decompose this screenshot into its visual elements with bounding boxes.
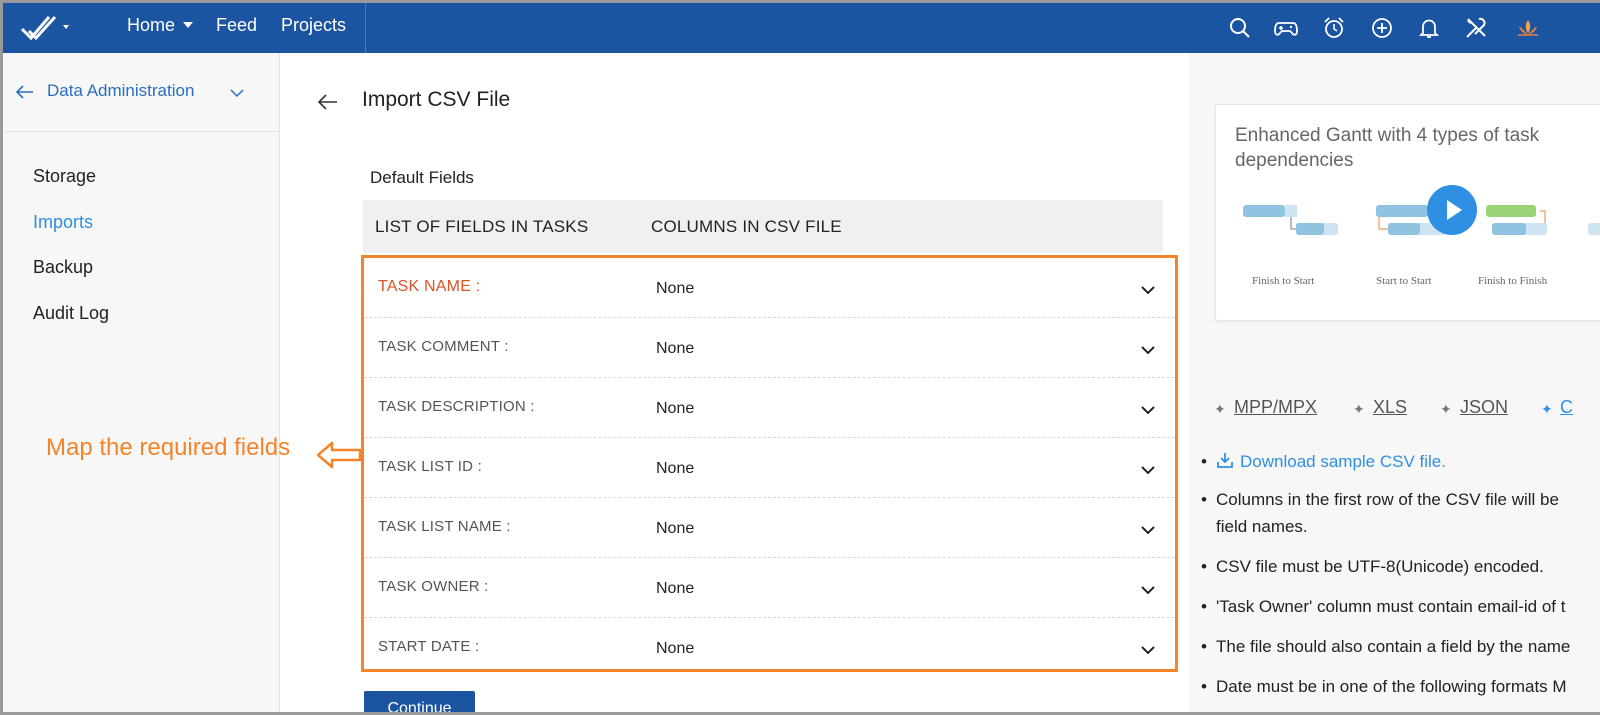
top-navigation-bar: Home Feed Projects	[3, 3, 1600, 53]
field-mapping-list: TASK NAME : None TASK COMMENT : None TAS…	[361, 255, 1178, 672]
section-title: Default Fields	[370, 168, 474, 187]
arrow-left-icon	[316, 441, 362, 469]
field-label: TASK DESCRIPTION :	[378, 398, 535, 415]
table-row: START DATE : None	[364, 618, 1175, 678]
column-select[interactable]: None	[656, 280, 694, 298]
download-sample-link[interactable]: Download sample CSV file.	[1216, 448, 1446, 475]
app-window: Home Feed Projects Data Administration S…	[0, 0, 1600, 715]
table-row: TASK DESCRIPTION : None	[364, 378, 1175, 438]
list-item-text: 'Task Owner' column must contain email-i…	[1216, 597, 1566, 616]
table-header: LIST OF FIELDS IN TASKS COLUMNS IN CSV F…	[363, 200, 1163, 253]
chevron-down-icon[interactable]	[1140, 344, 1156, 356]
promo-title: Enhanced Gantt with 4 types of task depe…	[1235, 125, 1540, 171]
field-label: START DATE :	[378, 638, 480, 655]
annotation-callout: Map the required fields	[46, 434, 291, 461]
gamepad-icon[interactable]	[1273, 15, 1299, 41]
list-item-text: Date must be in one of the following for…	[1216, 677, 1567, 696]
column-select[interactable]: None	[656, 340, 694, 358]
column-header-fields: LIST OF FIELDS IN TASKS	[375, 217, 589, 236]
sidebar-item-backup[interactable]: Backup	[33, 257, 93, 278]
list-item-text: field names.	[1216, 517, 1308, 536]
bell-icon[interactable]	[1416, 15, 1442, 41]
play-button[interactable]	[1427, 185, 1477, 235]
sidebar-item-audit-log[interactable]: Audit Log	[33, 303, 109, 324]
column-select[interactable]: None	[656, 520, 694, 538]
search-icon[interactable]	[1227, 15, 1253, 41]
table-row: TASK LIST NAME : None	[364, 498, 1175, 558]
back-arrow-icon[interactable]	[13, 82, 35, 102]
chevron-down-icon[interactable]	[1140, 524, 1156, 536]
list-item-text: CSV file must be UTF-8(Unicode) encoded.	[1216, 557, 1544, 576]
list-item-text: Columns in the first row of the CSV file…	[1216, 490, 1559, 509]
table-row: TASK OWNER : None	[364, 558, 1175, 618]
sparkle-icon: ✦	[1440, 401, 1452, 417]
format-link-mpp[interactable]: MPP/MPX	[1234, 397, 1317, 418]
dependency-label: Finish to Start	[1252, 275, 1315, 287]
chevron-down-icon[interactable]	[229, 85, 245, 101]
alarm-icon[interactable]	[1321, 15, 1347, 41]
download-sample-label: Download sample CSV file.	[1240, 452, 1446, 471]
chevron-down-icon	[183, 22, 194, 28]
column-header-csv: COLUMNS IN CSV FILE	[651, 217, 842, 236]
nav-home[interactable]: Home	[127, 15, 194, 36]
format-link-csv[interactable]: C	[1560, 397, 1573, 418]
sparkle-icon: ✦	[1353, 401, 1365, 417]
field-label: TASK OWNER :	[378, 578, 489, 595]
sidebar-item-imports[interactable]: Imports	[33, 212, 93, 233]
format-link-xls[interactable]: XLS	[1373, 397, 1407, 418]
lotus-avatar-icon[interactable]	[1515, 15, 1541, 41]
column-select[interactable]: None	[656, 580, 694, 598]
field-label: TASK COMMENT :	[378, 338, 509, 355]
sidebar-item-storage[interactable]: Storage	[33, 166, 96, 187]
download-icon	[1217, 453, 1233, 468]
list-item-text: The file should also contain a field by …	[1216, 637, 1571, 656]
nav-projects[interactable]: Projects	[281, 15, 346, 36]
continue-button[interactable]: Continue	[364, 691, 475, 712]
table-row: TASK COMMENT : None	[364, 318, 1175, 378]
field-label: TASK LIST ID :	[378, 458, 482, 475]
dependency-label: Finish to Finish	[1478, 275, 1548, 287]
nav-feed[interactable]: Feed	[216, 15, 257, 36]
nav-divider	[365, 3, 366, 53]
sidebar: Data Administration Storage Imports Back…	[3, 53, 280, 712]
promo-card[interactable]: Enhanced Gantt with 4 types of task depe…	[1215, 104, 1600, 321]
help-panel: Enhanced Gantt with 4 types of task depe…	[1189, 53, 1600, 712]
field-label: TASK LIST NAME :	[378, 518, 511, 535]
dependency-label: Start to Start	[1376, 275, 1432, 287]
sparkle-icon: ✦	[1214, 401, 1226, 417]
app-logo-icon[interactable]	[19, 10, 79, 46]
table-row: TASK LIST ID : None	[364, 438, 1175, 498]
chevron-down-icon[interactable]	[1140, 584, 1156, 596]
chevron-down-icon[interactable]	[1140, 284, 1156, 296]
format-link-json[interactable]: JSON	[1460, 397, 1508, 418]
add-icon[interactable]	[1369, 15, 1395, 41]
back-arrow-icon[interactable]	[315, 91, 339, 113]
page-title: Import CSV File	[362, 88, 511, 111]
sparkle-icon: ✦	[1541, 401, 1553, 417]
table-row: TASK NAME : None	[364, 258, 1175, 318]
chevron-down-icon[interactable]	[1140, 644, 1156, 656]
sidebar-header: Data Administration	[3, 53, 280, 132]
chevron-down-icon[interactable]	[1140, 464, 1156, 476]
sidebar-title[interactable]: Data Administration	[47, 81, 194, 101]
column-select[interactable]: None	[656, 400, 694, 418]
nav-home-label: Home	[127, 15, 176, 35]
tools-icon[interactable]	[1463, 15, 1489, 41]
column-select[interactable]: None	[656, 640, 694, 658]
column-select[interactable]: None	[656, 460, 694, 478]
play-icon	[1447, 200, 1462, 220]
main-content: Import CSV File Default Fields LIST OF F…	[281, 53, 1189, 712]
chevron-down-icon[interactable]	[1140, 404, 1156, 416]
field-label: TASK NAME :	[378, 278, 481, 295]
